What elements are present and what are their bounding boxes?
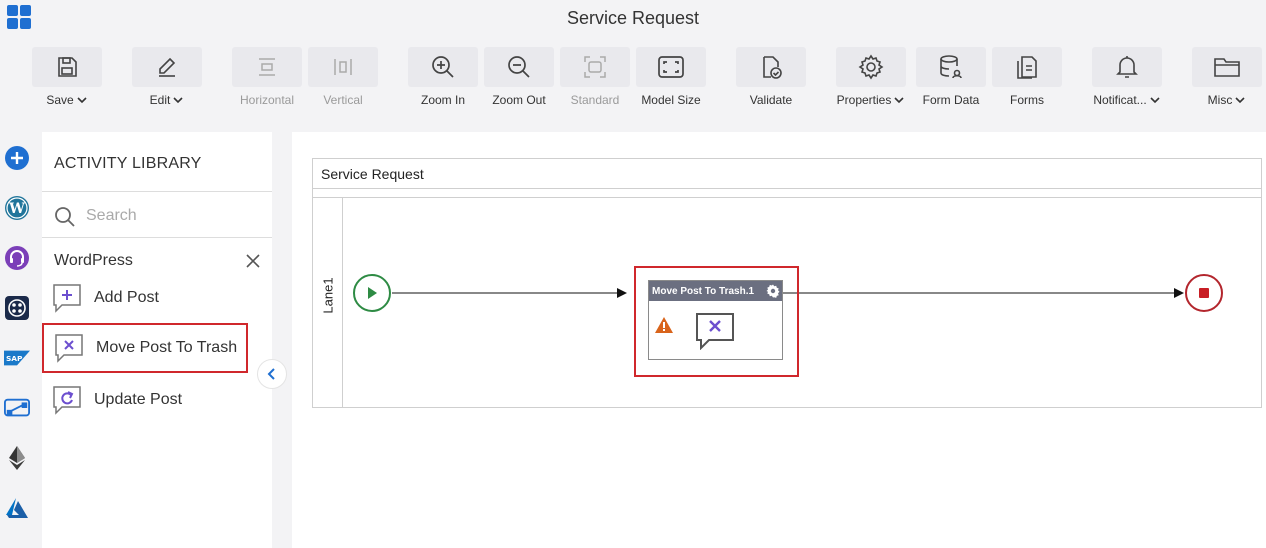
circle-grid-icon[interactable] xyxy=(4,295,30,321)
vertical-label: Vertical xyxy=(323,93,363,107)
zoom-in-button[interactable]: Zoom In xyxy=(408,47,478,111)
horizontal-button[interactable]: Horizontal xyxy=(232,47,302,111)
add-post-icon xyxy=(53,284,81,313)
collapse-panel-button[interactable] xyxy=(257,359,287,389)
properties-label: Properties xyxy=(836,93,892,107)
azure-icon[interactable] xyxy=(4,495,30,521)
standard-size-icon xyxy=(584,56,606,78)
ethereum-icon[interactable] xyxy=(4,445,30,471)
zoom-out-button[interactable]: Zoom Out xyxy=(484,47,554,111)
activity-label: Add Post xyxy=(94,289,159,306)
sap-label: SAP xyxy=(6,354,23,363)
search-icon xyxy=(55,207,75,227)
task-header: Move Post To Trash.1 xyxy=(649,281,782,301)
misc-button[interactable]: Misc xyxy=(1192,47,1262,111)
library-title: ACTIVITY LIBRARY xyxy=(54,155,202,172)
zoom-out-icon xyxy=(508,56,530,78)
zoom-in-label: Zoom In xyxy=(420,93,465,107)
task-move-post-to-trash[interactable]: Move Post To Trash.1 xyxy=(648,280,783,360)
activity-item-move-post-to-trash[interactable]: Move Post To Trash xyxy=(42,323,248,373)
close-icon[interactable] xyxy=(246,254,260,268)
vertical-layout-icon xyxy=(334,59,352,75)
model-size-button[interactable]: Model Size xyxy=(636,47,706,111)
wordpress-icon[interactable]: W xyxy=(4,195,30,221)
horizontal-layout-icon xyxy=(259,58,275,76)
page-title: Service Request xyxy=(566,8,700,28)
pool[interactable]: Service Request Lane1 Move Post To Trash… xyxy=(312,158,1262,408)
notifications-label: Notificat... xyxy=(1093,93,1147,107)
chevron-left-icon xyxy=(267,368,275,380)
vertical-button[interactable]: Vertical xyxy=(308,47,378,111)
svg-text:W: W xyxy=(8,201,25,217)
move-to-trash-icon xyxy=(55,334,83,363)
activity-label: Update Post xyxy=(94,391,183,408)
validate-button[interactable]: Validate xyxy=(736,47,806,111)
folder-icon xyxy=(1214,58,1240,77)
forms-icon xyxy=(1017,56,1037,79)
search-input[interactable] xyxy=(86,202,261,230)
gear-icon[interactable] xyxy=(766,284,780,298)
chevron-down-icon xyxy=(1150,97,1160,104)
activity-library-panel: ACTIVITY LIBRARY WordPress Add Post Move… xyxy=(42,132,272,548)
sap-icon[interactable]: SAP xyxy=(4,345,30,371)
start-event[interactable] xyxy=(353,274,391,312)
forms-label: Forms xyxy=(1010,93,1044,107)
horizontal-label: Horizontal xyxy=(239,93,295,107)
misc-label: Misc xyxy=(1207,93,1233,107)
chevron-down-icon xyxy=(173,97,183,104)
toolbar: Save Edit Horizontal Vertical Zoom In Zo… xyxy=(0,37,1266,115)
category-label: WordPress xyxy=(54,252,133,269)
title-bar: Service Request xyxy=(0,0,1266,37)
form-data-button[interactable]: Form Data xyxy=(916,47,986,111)
model-size-label: Model Size xyxy=(641,93,701,107)
support-agent-icon[interactable] xyxy=(4,245,30,271)
activity-item-update-post[interactable]: Update Post xyxy=(52,380,182,420)
pencil-icon xyxy=(159,57,176,77)
validate-icon xyxy=(763,56,782,79)
chevron-down-icon xyxy=(894,97,904,104)
properties-button[interactable]: Properties xyxy=(836,47,906,111)
divider xyxy=(42,191,272,192)
connector-rail: W SAP xyxy=(0,132,42,548)
edit-button[interactable]: Edit xyxy=(132,47,202,111)
flow-icon[interactable] xyxy=(4,395,30,421)
end-event[interactable] xyxy=(1185,274,1223,312)
activity-item-add-post[interactable]: Add Post xyxy=(52,278,159,318)
add-icon[interactable] xyxy=(4,145,30,171)
bell-icon xyxy=(1116,56,1138,78)
zoom-out-label: Zoom Out xyxy=(492,93,546,107)
database-icon xyxy=(940,55,962,79)
activity-label: Move Post To Trash xyxy=(96,339,238,356)
zoom-in-icon xyxy=(432,56,454,78)
notifications-button[interactable]: Notificat... xyxy=(1092,47,1162,111)
move-to-trash-icon xyxy=(696,313,734,350)
form-data-label: Form Data xyxy=(922,93,980,107)
warning-icon xyxy=(655,317,673,333)
validate-label: Validate xyxy=(749,93,793,107)
standard-button[interactable]: Standard xyxy=(560,47,630,111)
divider xyxy=(42,237,272,238)
save-label: Save xyxy=(46,93,74,107)
forms-button[interactable]: Forms xyxy=(992,47,1062,111)
save-button[interactable]: Save xyxy=(32,47,102,111)
task-title: Move Post To Trash.1 xyxy=(652,286,755,297)
gear-icon xyxy=(858,54,884,80)
update-post-icon xyxy=(53,386,81,415)
process-canvas[interactable]: Service Request Lane1 Move Post To Trash… xyxy=(292,132,1266,548)
fit-screen-icon xyxy=(658,56,684,78)
standard-label: Standard xyxy=(570,93,620,107)
chevron-down-icon xyxy=(77,97,87,104)
chevron-down-icon xyxy=(1235,97,1245,104)
save-icon xyxy=(58,57,77,77)
edit-label: Edit xyxy=(149,93,171,107)
